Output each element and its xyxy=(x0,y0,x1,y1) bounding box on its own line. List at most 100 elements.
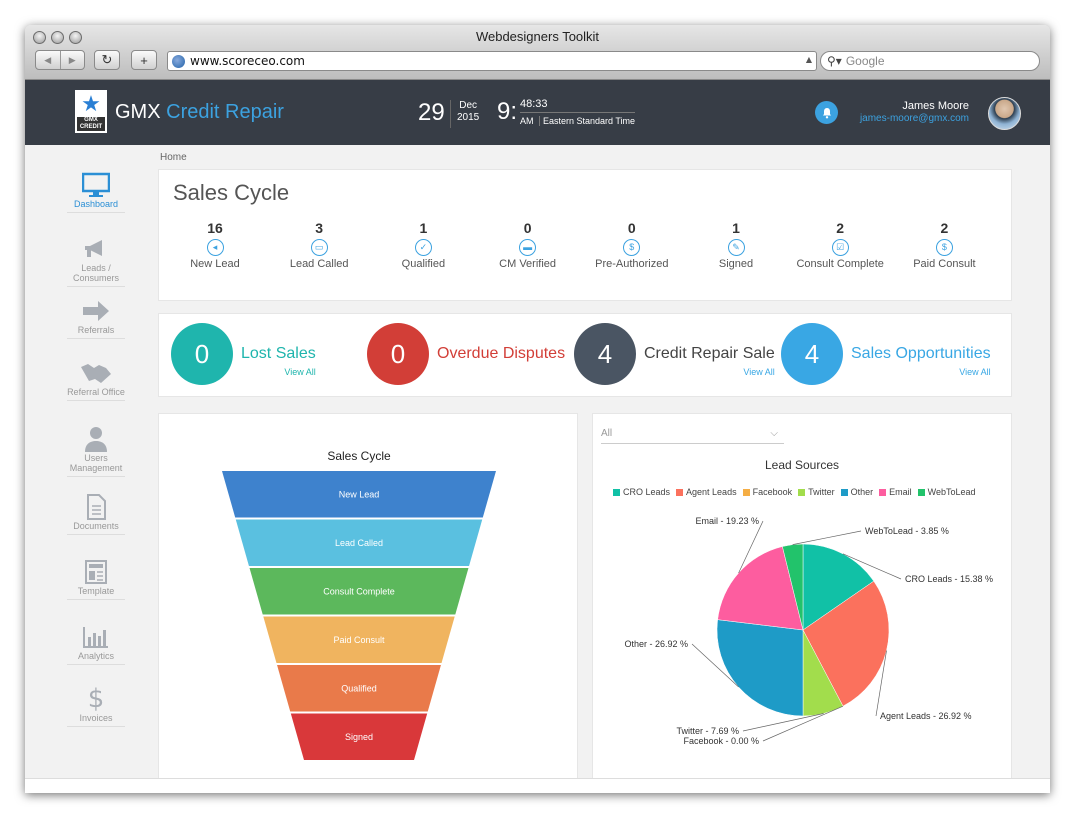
stage-cm-verified[interactable]: 0 ▬ CM Verified xyxy=(476,220,580,270)
sidebar-label-referrals: Referrals xyxy=(77,325,115,335)
sidebar-item-template[interactable]: Template xyxy=(67,558,125,600)
pie-slice-label: Facebook - 0.00 % xyxy=(683,736,759,746)
notification-bell-icon[interactable] xyxy=(815,101,838,124)
stage-count: 16 xyxy=(207,220,223,236)
brand-title: GMX Credit Repair xyxy=(115,101,284,124)
pie-slice-label: Agent Leads - 26.92 % xyxy=(880,711,972,721)
url-text: www.scoreceo.com xyxy=(190,54,305,68)
back-icon[interactable]: ◀ xyxy=(36,51,61,69)
funnel-stage-label: Consult Complete xyxy=(323,586,395,596)
view-all-link[interactable]: View All xyxy=(284,367,315,377)
pie-slice-label: CRO Leads - 15.38 % xyxy=(905,574,993,584)
sidebar-item-analytics[interactable]: Analytics xyxy=(67,623,125,665)
kpi-text: Overdue Disputes xyxy=(437,345,565,363)
time-ampm: AM xyxy=(520,116,534,126)
pen-icon: ✎ xyxy=(727,239,745,256)
gmx-logo[interactable]: ★ GMX CREDIT xyxy=(75,90,107,133)
sidebar-item-referrals[interactable]: Referrals xyxy=(67,297,125,339)
stage-qualified[interactable]: 1 ✓ Qualified xyxy=(371,220,475,270)
kpi-credit-repair-sale[interactable]: 4 Credit Repair Sale View All xyxy=(574,323,775,385)
page-footer xyxy=(25,778,1050,793)
stage-count: 0 xyxy=(523,220,532,236)
date-month: Dec xyxy=(459,100,478,111)
stage-pre-authorized[interactable]: 0 $ Pre-Authorized xyxy=(580,220,684,270)
stage-label: New Lead xyxy=(190,258,240,270)
sidebar-item-users-management[interactable]: Users Management xyxy=(67,425,125,477)
sidebar-label-leads: Leads / Consumers xyxy=(72,263,119,283)
sidebar-item-leads[interactable]: Leads / Consumers xyxy=(67,235,125,287)
browser-chrome: Webdesigners Toolkit ◀ ▶ ↻ + www.scorece… xyxy=(25,25,1050,80)
kpi-sales-opportunities[interactable]: 4 Sales Opportunities View All xyxy=(781,323,991,385)
stage-label: Signed xyxy=(718,258,754,270)
stage-paid-consult[interactable]: 2 $ Paid Consult xyxy=(892,220,996,270)
sidebar-label-template: Template xyxy=(77,586,115,596)
stage-count: 1 xyxy=(419,220,428,236)
stage-label: Qualified xyxy=(401,258,446,270)
stage-label: CM Verified xyxy=(499,258,557,270)
funnel-title: Sales Cycle xyxy=(327,449,391,463)
stage-lead-called[interactable]: 3 ▭ Lead Called xyxy=(267,220,371,270)
user-avatar[interactable] xyxy=(988,97,1021,130)
kpi-text: Credit Repair Sale View All xyxy=(644,345,775,377)
kpi-overdue-disputes[interactable]: 0 Overdue Disputes xyxy=(367,323,565,385)
user-email[interactable]: james-moore@gmx.com xyxy=(860,113,969,124)
plus-icon: + xyxy=(140,52,148,68)
date-divider xyxy=(450,100,451,128)
caret-up-icon[interactable]: ▲ xyxy=(806,55,812,64)
bar-chart-icon xyxy=(82,623,110,651)
address-bar[interactable]: www.scoreceo.com ▲ xyxy=(167,51,817,71)
browser-window: Webdesigners Toolkit ◀ ▶ ↻ + www.scorece… xyxy=(25,25,1050,793)
new-tab-button[interactable]: + xyxy=(131,50,157,70)
date-year: 2015 xyxy=(457,112,480,123)
sidebar-label-referral-office: Referral Office xyxy=(67,387,125,397)
brand-gmx: GMX xyxy=(115,101,161,123)
dollar-icon: $ xyxy=(935,239,953,256)
sidebar-label-invoices: Invoices xyxy=(79,713,113,723)
star-icon: ★ xyxy=(81,91,101,116)
sidebar-item-dashboard[interactable]: Dashboard xyxy=(67,171,125,213)
browser-search-field[interactable]: ⚲▾ Google xyxy=(820,51,1040,71)
funnel-stage-label: New Lead xyxy=(339,489,380,499)
sales-cycle-card: Sales Cycle 16 ◂ New Lead 3 ▭ Lead Called 1 ✓ Qu… xyxy=(158,169,1012,301)
kpi-lost-sales[interactable]: 0 Lost Sales View All xyxy=(171,323,316,385)
lead-sources-pie-chart: CRO Leads - 15.38 % Agent Leads - 26.92 %… xyxy=(624,516,993,746)
kpi-title: Credit Repair Sale xyxy=(644,345,775,362)
time-minutes: 48:33 xyxy=(520,98,548,110)
forward-icon[interactable]: ▶ xyxy=(61,51,85,69)
date-month-year: Dec 2015 xyxy=(457,100,479,124)
document-icon xyxy=(86,493,106,521)
pie-slice[interactable] xyxy=(716,619,804,717)
stage-label: Paid Consult xyxy=(913,258,976,270)
kpi-value-circle: 4 xyxy=(781,323,843,385)
megaphone-icon: ◂ xyxy=(206,239,224,256)
sales-funnel-chart: Sales Cycle New Lead Lead Called Consult Co… xyxy=(222,449,496,760)
view-all-link[interactable]: View All xyxy=(743,367,774,377)
stage-consult-complete[interactable]: 2 ☑ Consult Complete xyxy=(788,220,892,270)
logo-text: GMX CREDIT xyxy=(77,117,105,131)
pie-label-leader xyxy=(792,530,862,545)
sidebar-item-invoices[interactable]: $ Invoices xyxy=(67,684,125,727)
sidebar-item-documents[interactable]: Documents xyxy=(67,493,125,535)
pie-label-leader xyxy=(742,713,824,732)
stage-new-lead[interactable]: 16 ◂ New Lead xyxy=(163,220,267,270)
time-divider xyxy=(520,112,635,113)
user-icon xyxy=(84,425,108,453)
breadcrumb[interactable]: Home xyxy=(160,152,187,163)
kpi-text: Lost Sales View All xyxy=(241,345,316,377)
funnel-stage-label: Lead Called xyxy=(335,538,383,548)
sidebar-label-documents: Documents xyxy=(73,521,119,531)
stage-signed[interactable]: 1 ✎ Signed xyxy=(684,220,788,270)
sidebar-label-analytics: Analytics xyxy=(77,651,114,661)
sidebar-item-referral-office[interactable]: Referral Office xyxy=(67,359,125,401)
sales-cycle-title: Sales Cycle xyxy=(173,180,290,205)
view-all-link[interactable]: View All xyxy=(959,367,990,377)
sidebar: Dashboard Leads / Consumers Referrals Re… xyxy=(25,145,155,785)
dollar-icon: $ xyxy=(87,684,105,714)
funnel-stage-label: Signed xyxy=(345,732,373,742)
funnel-card: Sales Cycle New Lead Lead Called Consult Co… xyxy=(158,413,578,779)
pie-slice-label: Other - 26.92 % xyxy=(624,639,688,649)
kpi-title: Sales Opportunities xyxy=(851,345,991,362)
reload-button[interactable]: ↻ xyxy=(94,50,120,70)
user-name[interactable]: James Moore xyxy=(902,100,969,112)
checkbox-icon: ☑ xyxy=(831,239,849,256)
